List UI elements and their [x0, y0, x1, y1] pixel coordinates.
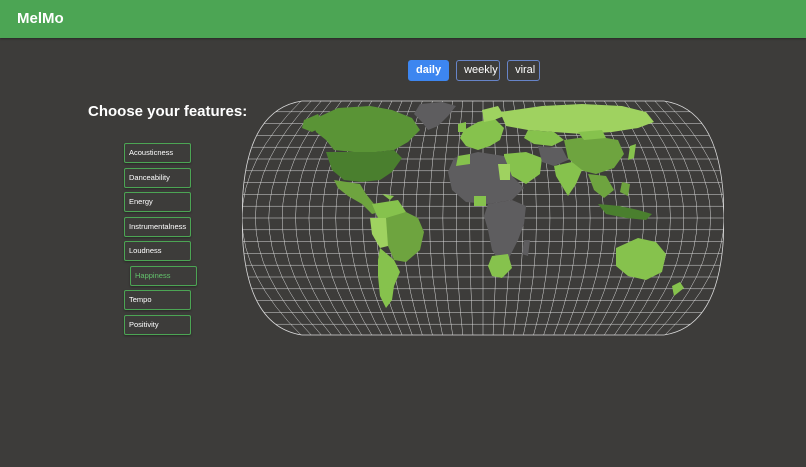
country-peru[interactable]	[370, 218, 388, 248]
daily-button[interactable]: daily	[408, 60, 450, 81]
country-nigeria[interactable]	[474, 196, 486, 206]
world-map	[241, 100, 725, 336]
feature-acousticness-button[interactable]: Acousticness	[124, 143, 191, 163]
app-title[interactable]: MelMo	[17, 10, 64, 27]
country-scandinavia[interactable]	[482, 106, 504, 122]
country-central-africa[interactable]	[484, 200, 526, 262]
country-australia[interactable]	[616, 238, 666, 280]
country-mexico[interactable]	[334, 180, 380, 214]
features-heading: Choose your features:	[88, 103, 248, 120]
feature-instrumentalness-button[interactable]: Instrumentalness	[124, 216, 191, 237]
country-kazakhstan[interactable]	[524, 130, 564, 146]
country-iran[interactable]	[538, 146, 568, 166]
viral-button[interactable]: viral	[507, 60, 541, 81]
country-usa[interactable]	[326, 150, 402, 182]
feature-danceability-button[interactable]: Danceability	[124, 167, 191, 188]
feature-happiness-button[interactable]: Happiness	[130, 265, 197, 286]
country-russia[interactable]	[500, 104, 654, 134]
weekly-button[interactable]: weekly	[456, 60, 501, 81]
top-navbar: MelMo	[0, 0, 806, 38]
feature-energy-button[interactable]: Energy	[124, 192, 191, 212]
country-india[interactable]	[554, 162, 582, 196]
period-tabs: daily weekly viral	[408, 60, 541, 81]
feature-positivity-button[interactable]: Positivity	[124, 314, 191, 335]
country-egypt[interactable]	[498, 164, 510, 180]
feature-tempo-button[interactable]: Tempo	[124, 290, 191, 310]
country-greenland[interactable]	[414, 102, 456, 130]
country-new-zealand[interactable]	[672, 282, 684, 296]
country-canada[interactable]	[312, 106, 420, 152]
country-western-europe[interactable]	[460, 118, 504, 150]
country-caribbean[interactable]	[382, 194, 394, 200]
feature-loudness-button[interactable]: Loudness	[124, 241, 191, 261]
